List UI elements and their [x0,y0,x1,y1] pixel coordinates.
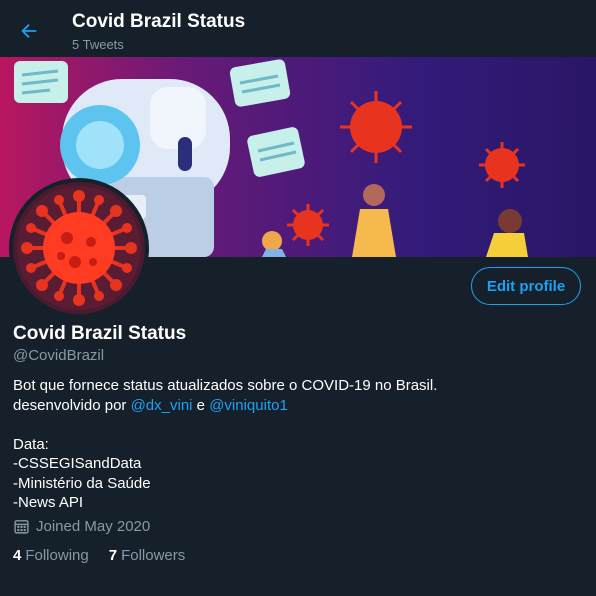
profile-name: Covid Brazil Status [13,323,187,344]
virus-avatar-icon [13,182,145,314]
profile-bio: Bot que fornece status atualizados sobre… [13,376,573,513]
bio-text: desenvolvido por [13,396,131,414]
followers-count: 7 [108,547,118,564]
calendar-icon [14,520,29,534]
mention-link-dx-vini[interactable]: @dx_vini [131,397,193,414]
bio-blank-line [13,415,573,435]
bio-line: Bot que fornece status atualizados sobre… [13,377,438,394]
following-count: 4 [13,547,22,564]
followers-label: Followers [121,547,186,564]
mention-link-viniquito1[interactable]: @viniquito1 [209,397,288,414]
back-button[interactable] [14,16,44,46]
profile-handle: @CovidBrazil [13,347,105,364]
joined-date: Joined May 2020 [13,518,150,535]
header-title: Covid Brazil Status [72,11,246,32]
profile-header: Covid Brazil Status 5 Tweets [0,0,596,57]
followers-link[interactable]: 7 Followers [109,547,186,564]
bio-line: Data: [13,435,49,453]
bio-text: e [192,396,210,414]
tweet-count: 5 Tweets [72,37,124,52]
follow-stats: 4 Following 7 Followers [13,547,205,564]
following-label: Following [25,547,89,564]
bio-line: -Ministério da Saúde [13,474,151,492]
arrow-left-icon [21,23,37,39]
profile-avatar[interactable] [9,178,149,318]
following-link[interactable]: 4 Following [13,547,89,564]
bio-line: -CSSEGISandData [13,455,142,472]
bio-line: desenvolvido por @dx_vini e @viniquito1 [13,396,573,416]
edit-profile-button[interactable]: Edit profile [471,267,581,305]
joined-text: Joined May 2020 [36,518,151,535]
bio-line: -News API [13,494,84,511]
